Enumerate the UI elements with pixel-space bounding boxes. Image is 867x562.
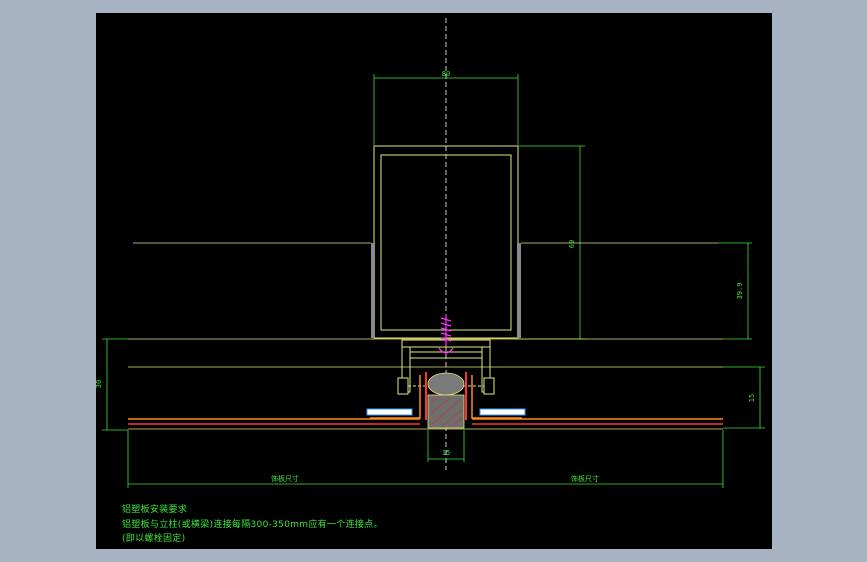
right-small-dimension [723,366,765,429]
right-offset-dimension [718,242,752,340]
span-dimension [127,430,724,488]
left-span-label: 饰板尺寸 [271,474,299,483]
reference-lines [128,242,723,368]
left-height-dimension [102,338,128,431]
right-offset-label: 39.9 [736,283,744,300]
top-width-label: 80 [442,70,450,78]
tube-height-label: 60 [568,240,576,248]
right-small-label: 15 [748,394,756,402]
right-span-label: 饰板尺寸 [571,474,599,483]
notes-line-1: 铝塑板与立柱(或横梁)连接每隔300-350mm应有一个连接点。 [122,520,383,530]
gap-label: 15 [442,449,450,457]
left-height-label: 30 [95,380,103,388]
notes-title: 铝塑板安装要求 [122,505,188,515]
gasket [427,372,465,396]
notes-line-2: (即以螺栓固定) [122,534,186,544]
tube-right-wall [517,243,521,338]
tube-left-wall [371,243,375,338]
cad-drawing: 80 60 39.9 30 15 15 饰板尺寸 饰板尺寸 [95,18,765,488]
left-clip [366,408,413,416]
right-clip [479,408,526,416]
